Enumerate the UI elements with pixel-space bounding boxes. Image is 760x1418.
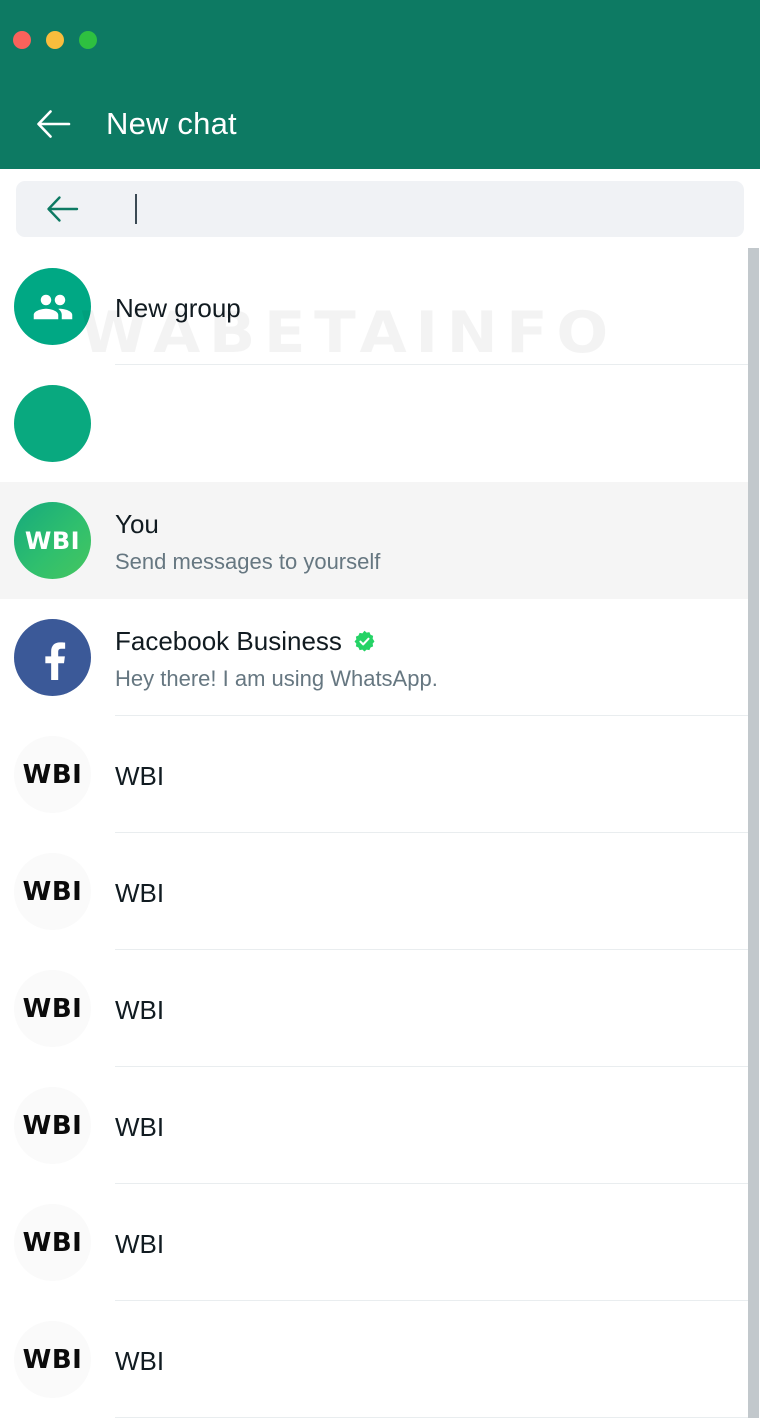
contact-row-body: WBI xyxy=(115,1301,760,1418)
contact-name: WBI xyxy=(115,995,760,1026)
maximize-window-button[interactable] xyxy=(79,31,97,49)
contact-row-body: WBI xyxy=(115,1067,760,1184)
contact-name-text: WBI xyxy=(115,760,165,791)
window-titlebar xyxy=(0,0,760,78)
contact-name-text: WBI xyxy=(115,1345,165,1376)
page-header: New chat xyxy=(0,78,760,169)
contact-name: WBI xyxy=(115,1229,760,1260)
contact-name-text: New group xyxy=(115,292,241,323)
search-bar[interactable] xyxy=(16,180,744,237)
contact-row-body: You Send messages to yourself xyxy=(115,482,760,599)
contact-list[interactable]: New group WBI You Send messages to yourself… xyxy=(0,248,760,1418)
search-text-caret xyxy=(135,193,137,224)
traffic-light-controls xyxy=(13,31,97,49)
avatar-initials: WBI xyxy=(24,526,81,555)
contact-name: You xyxy=(115,509,760,540)
contact-row-body: WBI xyxy=(115,833,760,950)
arrow-left-icon xyxy=(37,109,71,138)
arrow-left-icon xyxy=(47,195,79,222)
contact-row[interactable]: WBI WBI xyxy=(0,1067,760,1184)
verified-badge-icon xyxy=(354,631,375,652)
back-button[interactable] xyxy=(32,102,76,146)
page-title: New chat xyxy=(106,106,237,141)
avatar-initials: WBI xyxy=(22,1227,83,1258)
minimize-window-button[interactable] xyxy=(46,31,64,49)
contact-status: Send messages to yourself xyxy=(115,549,381,575)
contact-name: Facebook Business xyxy=(115,626,760,657)
contact-name-text: WBI xyxy=(115,994,165,1025)
avatar: WBI xyxy=(14,853,91,930)
contact-name-text: WBI xyxy=(115,1228,165,1259)
avatar: WBI xyxy=(14,970,91,1047)
contact-row[interactable]: WBI WBI xyxy=(0,1184,760,1301)
avatar: WBI xyxy=(14,1321,91,1398)
contact-status: Hey there! I am using WhatsApp. xyxy=(115,666,438,692)
list-scrollbar-thumb[interactable] xyxy=(748,248,759,1418)
contact-row[interactable]: WBI WBI xyxy=(0,833,760,950)
search-bar-container xyxy=(0,169,760,248)
contact-name: WBI xyxy=(115,761,760,792)
whatsapp-window: New chat New group WBI You Send messages to… xyxy=(0,0,760,1418)
avatar-initials: WBI xyxy=(22,993,83,1024)
contact-row[interactable]: WBI WBI xyxy=(0,1301,760,1418)
group-people-icon xyxy=(33,294,72,319)
avatar xyxy=(14,385,91,462)
contact-row-body: WBI xyxy=(115,716,760,833)
contact-name: WBI xyxy=(115,1112,760,1143)
contact-name: WBI xyxy=(115,1346,760,1377)
avatar-initials: WBI xyxy=(22,1110,83,1141)
avatar: WBI xyxy=(14,1204,91,1281)
contact-name-text: You xyxy=(115,509,159,540)
contact-name: WBI xyxy=(115,878,760,909)
avatar-initials: WBI xyxy=(22,759,83,790)
contact-row-body: WBI xyxy=(115,1184,760,1301)
contact-row[interactable]: WBI You Send messages to yourself xyxy=(0,482,760,599)
avatar: WBI xyxy=(14,736,91,813)
verified-badge xyxy=(353,630,376,653)
search-input[interactable] xyxy=(115,188,744,229)
contact-row-body: WBI xyxy=(115,950,760,1067)
contact-row[interactable]: WBI WBI xyxy=(0,716,760,833)
contact-row[interactable]: New group xyxy=(0,248,760,365)
contact-name: New group xyxy=(115,293,760,324)
contact-row[interactable] xyxy=(0,365,760,482)
close-window-button[interactable] xyxy=(13,31,31,49)
contact-row-body: New group xyxy=(115,248,760,365)
avatar xyxy=(14,268,91,345)
contact-name-text: Facebook Business xyxy=(115,626,342,657)
contact-row[interactable]: WBI WBI xyxy=(0,950,760,1067)
contact-name-text: WBI xyxy=(115,877,165,908)
list-scrollbar-track[interactable] xyxy=(748,248,760,1418)
search-back-button[interactable] xyxy=(44,190,82,228)
contact-name-text: WBI xyxy=(115,1111,165,1142)
facebook-f-icon xyxy=(44,641,65,680)
avatar-initials: WBI xyxy=(22,876,83,907)
contact-row[interactable]: Facebook Business Hey there! I am using W… xyxy=(0,599,760,716)
avatar-initials: WBI xyxy=(22,1344,83,1375)
avatar: WBI xyxy=(14,502,91,579)
avatar: WBI xyxy=(14,1087,91,1164)
avatar xyxy=(14,619,91,696)
contact-row-body: Facebook Business Hey there! I am using W… xyxy=(115,599,760,716)
contact-row-body xyxy=(115,365,760,482)
